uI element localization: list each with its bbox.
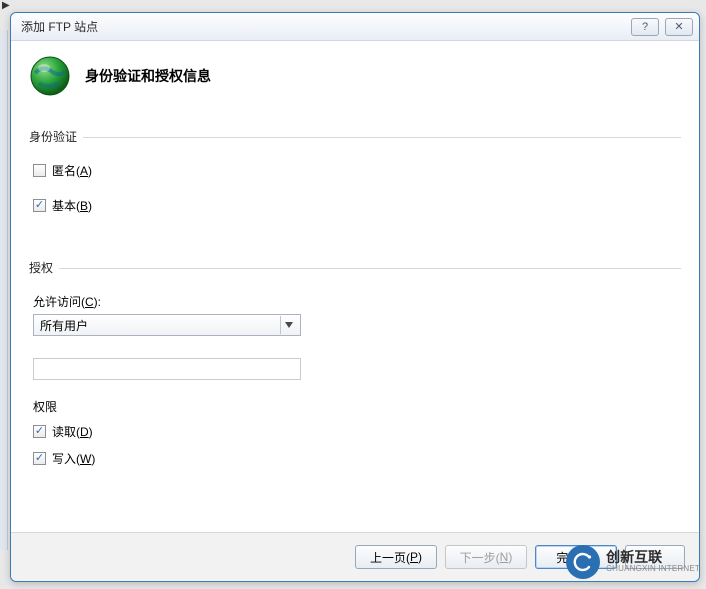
watermark-logo-icon [566, 545, 600, 579]
select-allow-access-value: 所有用户 [40, 317, 280, 334]
globe-icon [29, 55, 71, 97]
group-authorization: 授权 允许访问(C): 所有用户 权限 读取(D) 写入(W) [29, 268, 681, 485]
page-title: 身份验证和授权信息 [85, 66, 211, 86]
dialog-title: 添加 FTP 站点 [21, 18, 631, 35]
row-anonymous: 匿名(A) [33, 162, 677, 179]
help-button[interactable]: ? [631, 18, 659, 36]
prev-button[interactable]: 上一页(P) [355, 545, 437, 569]
watermark-text: 创新互联 CHUANGXIN INTERNET [606, 550, 700, 574]
group-authentication-label: 身份验证 [29, 128, 83, 145]
checkbox-read[interactable] [33, 425, 46, 438]
label-permissions: 权限 [33, 398, 677, 415]
dialog-add-ftp-site: 添加 FTP 站点 ? ✕ [10, 12, 700, 582]
row-write: 写入(W) [33, 450, 677, 467]
dialog-header: 身份验证和授权信息 [11, 41, 699, 107]
close-icon: ✕ [674, 20, 683, 33]
help-icon: ? [642, 21, 648, 33]
titlebar-buttons: ? ✕ [631, 18, 693, 36]
row-basic: 基本(B) [33, 197, 677, 214]
checkbox-write[interactable] [33, 452, 46, 465]
chevron-down-icon [280, 316, 296, 334]
checkbox-anonymous[interactable] [33, 164, 46, 177]
tab-handle: ▶ [2, 0, 8, 10]
checkbox-basic[interactable] [33, 199, 46, 212]
label-write[interactable]: 写入(W) [52, 450, 95, 467]
group-authentication: 身份验证 匿名(A) 基本(B) [29, 137, 681, 232]
row-read: 读取(D) [33, 423, 677, 440]
close-button[interactable]: ✕ [665, 18, 693, 36]
left-strip [0, 30, 8, 550]
watermark: 创新互联 CHUANGXIN INTERNET [560, 541, 706, 583]
select-allow-access[interactable]: 所有用户 [33, 314, 301, 336]
label-read[interactable]: 读取(D) [52, 423, 93, 440]
titlebar: 添加 FTP 站点 ? ✕ [11, 13, 699, 41]
label-anonymous[interactable]: 匿名(A) [52, 162, 92, 179]
label-allow-access: 允许访问(C): [33, 293, 677, 310]
group-authorization-label: 授权 [29, 259, 59, 276]
dialog-content: 身份验证 匿名(A) 基本(B) 授权 允许访问(C): 所有用户 权限 [11, 107, 699, 532]
textbox-specific[interactable] [33, 358, 301, 380]
label-basic[interactable]: 基本(B) [52, 197, 92, 214]
watermark-en: CHUANGXIN INTERNET [606, 565, 700, 574]
next-button: 下一步(N) [445, 545, 527, 569]
watermark-cn: 创新互联 [606, 550, 700, 565]
